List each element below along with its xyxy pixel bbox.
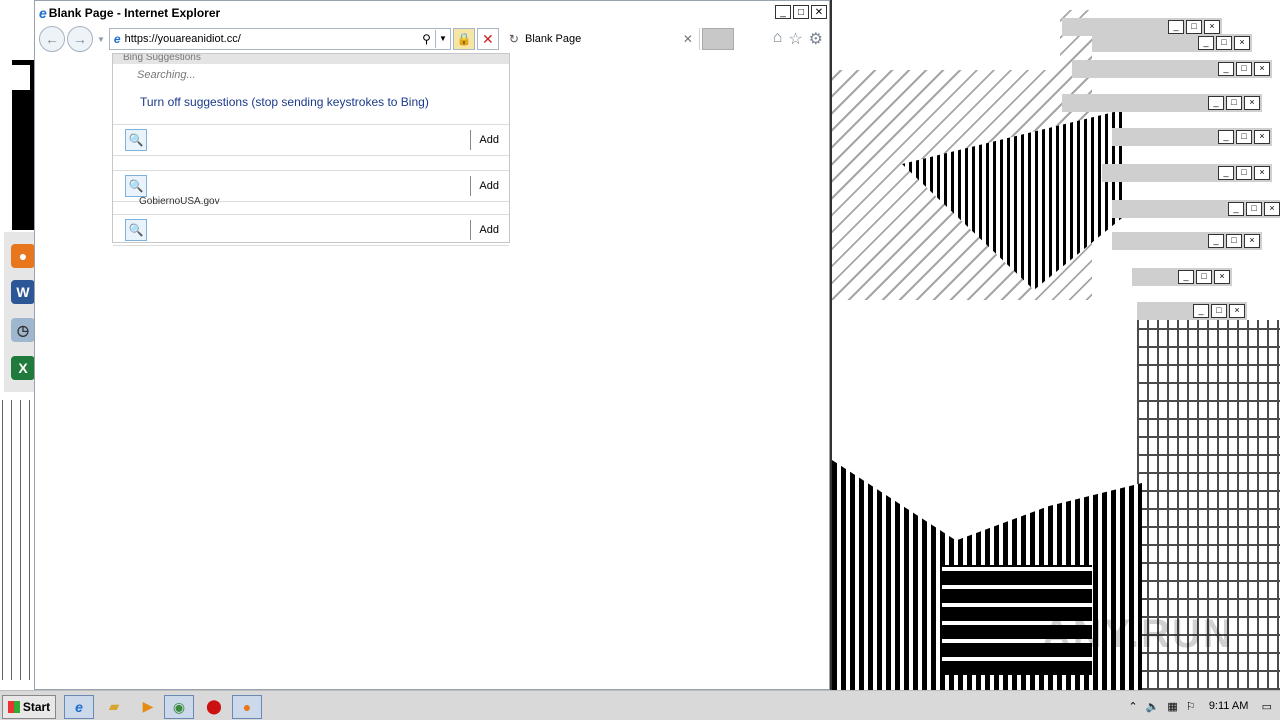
search-provider-icon: 🔍 <box>125 219 147 241</box>
history-dropdown-icon[interactable]: ▼ <box>97 35 105 44</box>
stacked-window[interactable]: _ □ × <box>1112 128 1272 146</box>
address-bar[interactable]: e https://youareanidiot.cc/ ⚲ ▼ <box>108 28 451 50</box>
divider <box>470 176 471 196</box>
tray-expand-icon[interactable]: ⌃ <box>1128 700 1137 713</box>
ie-icon: e <box>113 32 121 46</box>
clock[interactable]: 9:11 AM <box>1204 700 1254 712</box>
stacked-window[interactable]: _ □ × <box>1132 268 1232 286</box>
word-icon[interactable]: W <box>11 280 35 304</box>
gear-icon[interactable]: ⚙ <box>809 29 823 49</box>
stacked-window[interactable]: _ □ × <box>1072 60 1272 78</box>
start-button[interactable]: Start <box>2 695 56 719</box>
windows-flag-icon <box>7 701 20 713</box>
show-desktop-icon[interactable]: ▭ <box>1262 700 1272 713</box>
search-provider-row[interactable]: 🔍 Add <box>113 124 509 156</box>
add-provider-button[interactable]: Add <box>479 134 499 146</box>
stacked-window[interactable]: _ □ × <box>1112 232 1262 250</box>
network-icon[interactable]: ▦ <box>1167 700 1177 713</box>
tab-label: Blank Page <box>524 33 582 45</box>
add-provider-button[interactable]: Add <box>479 224 499 236</box>
title-bar[interactable]: e Blank Page - Internet Explorer <box>35 1 829 25</box>
tab-blank-page[interactable]: ↻ Blank Page ✕ <box>502 28 700 50</box>
ie-icon: e <box>39 5 47 21</box>
maximize-button[interactable]: □ <box>793 5 809 19</box>
stacked-window[interactable]: _ □ × <box>1102 164 1272 182</box>
search-provider-row[interactable]: 🔍 Add <box>113 214 509 246</box>
address-dropdown-icon[interactable]: ▼ <box>434 30 450 48</box>
flag-icon[interactable]: ⚐ <box>1186 700 1196 713</box>
window-title: Blank Page - Internet Explorer <box>48 6 221 20</box>
lock-icon[interactable]: 🔒 <box>452 28 475 50</box>
favorites-star-icon[interactable]: ☆ <box>788 29 802 49</box>
volume-icon[interactable]: 🔈 <box>1146 700 1160 713</box>
clock-icon[interactable]: ◷ <box>11 318 35 342</box>
desktop-artifact <box>12 65 30 90</box>
searching-status: Searching... <box>137 69 196 81</box>
opera-icon[interactable]: ⬤ <box>200 695 228 717</box>
start-label: Start <box>22 700 51 714</box>
stacked-window[interactable]: _ □ × <box>1062 94 1262 112</box>
home-icon[interactable]: ⌂ <box>773 29 783 49</box>
media-icon[interactable]: ▶ <box>134 695 162 717</box>
search-provider-icon: 🔍 <box>125 129 147 151</box>
ie-window: e Blank Page - Internet Explorer _ □ ✕ ←… <box>34 0 830 690</box>
provider-partial-label: GobiernoUSA.gov <box>139 196 220 207</box>
search-provider-icon: 🔍 <box>125 175 147 197</box>
firefox-icon[interactable]: ● <box>11 244 35 268</box>
excel-icon[interactable]: X <box>11 356 35 380</box>
new-tab-button[interactable] <box>701 28 734 50</box>
address-url[interactable]: https://youareanidiot.cc/ <box>125 33 423 45</box>
stacked-window[interactable]: _ □ × <box>1092 34 1252 52</box>
taskbar: Start e ▰ ▶ ◉ ⬤ ● ⌃ 🔈 ▦ ⚐ 9:11 AM ▭ <box>0 690 1280 720</box>
forward-arrow-icon: → <box>73 31 87 47</box>
suggestions-header: Bing Suggestions <box>113 54 509 64</box>
divider <box>470 220 471 240</box>
firefox-icon[interactable]: ● <box>232 695 262 719</box>
minimize-button[interactable]: _ <box>775 5 791 19</box>
window-controls: _ □ ✕ <box>775 5 827 19</box>
toolbar-icons: ⌂ ☆ ⚙ <box>773 29 823 49</box>
stacked-window[interactable]: _ □ × <box>1112 200 1280 218</box>
add-provider-button[interactable]: Add <box>479 180 499 192</box>
suggestions-dropdown: Bing Suggestions Searching... Turn off s… <box>112 53 510 246</box>
divider <box>470 130 471 150</box>
navigation-bar: ← → ▼ e https://youareanidiot.cc/ ⚲ ▼ 🔒 … <box>35 25 829 53</box>
glitch-pattern <box>832 10 1060 70</box>
system-tray: ⌃ 🔈 ▦ ⚐ 9:11 AM ▭ <box>1128 691 1280 721</box>
search-icon[interactable]: ⚲ <box>422 32 431 46</box>
desktop-left-strip: ● W ◷ X <box>0 0 35 690</box>
forward-button[interactable]: → <box>67 26 93 52</box>
desktop-artifact <box>2 400 32 680</box>
loading-spinner-icon: ↻ <box>508 32 519 46</box>
close-button[interactable]: ✕ <box>811 5 827 19</box>
stop-button[interactable]: ✕ <box>476 28 499 50</box>
back-button[interactable]: ← <box>39 26 65 52</box>
tab-close-icon[interactable]: ✕ <box>683 32 693 46</box>
ie-icon[interactable]: e <box>64 695 94 719</box>
turn-off-suggestions-link[interactable]: Turn off suggestions (stop sending keyst… <box>140 95 509 109</box>
watermark: ANY.RUN <box>1042 612 1234 656</box>
stacked-window[interactable]: _ □ × <box>1137 302 1247 320</box>
chrome-icon[interactable]: ◉ <box>164 695 194 719</box>
back-arrow-icon: ← <box>45 31 59 47</box>
glitched-desktop-area: _ □ × _ □ × _ □ × _ □ × _ □ × _ □ × _ □ × _ □ × _ □ × _ □ × … <box>830 0 1280 690</box>
folder-icon[interactable]: ▰ <box>100 695 128 717</box>
